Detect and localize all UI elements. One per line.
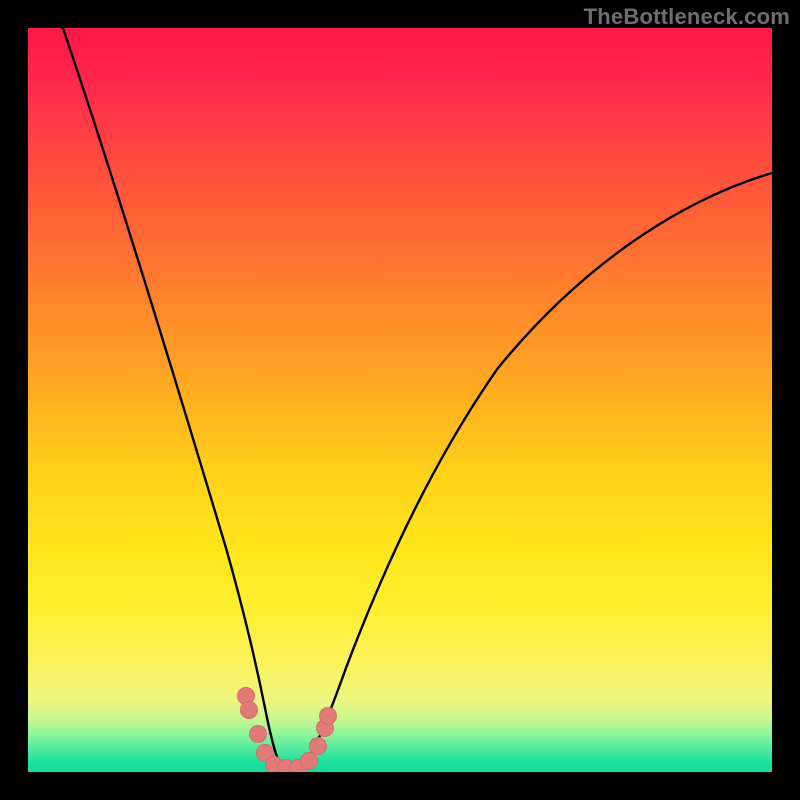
marker-dot xyxy=(241,702,258,719)
plot-area xyxy=(28,28,772,772)
watermark-text: TheBottleneck.com xyxy=(584,4,790,30)
marker-dot xyxy=(301,753,318,770)
v-curve-right xyxy=(304,173,772,766)
marker-group xyxy=(238,688,337,773)
marker-dot xyxy=(310,738,327,755)
v-curve-left xyxy=(56,28,281,766)
marker-dot xyxy=(320,708,337,725)
chart-frame: TheBottleneck.com xyxy=(0,0,800,800)
marker-dot xyxy=(250,726,267,743)
curve-layer xyxy=(28,28,772,772)
